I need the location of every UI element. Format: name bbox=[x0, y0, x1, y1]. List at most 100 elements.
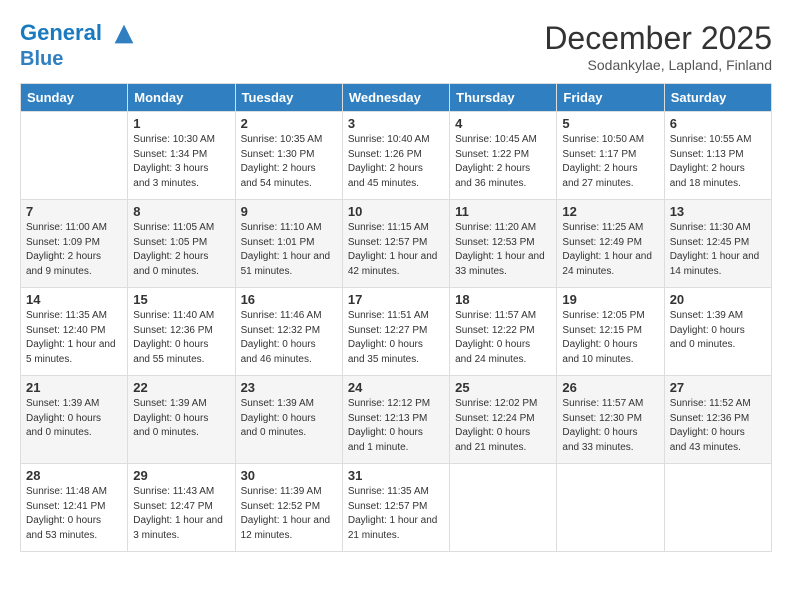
weekday-header-row: SundayMondayTuesdayWednesdayThursdayFrid… bbox=[21, 84, 772, 112]
calendar-cell: 6 Sunrise: 10:55 AM Sunset: 1:13 PM Dayli… bbox=[664, 112, 771, 200]
calendar-cell: 25 Sunrise: 12:02 PM Sunset: 12:24 PM Day… bbox=[450, 376, 557, 464]
calendar-cell: 2 Sunrise: 10:35 AM Sunset: 1:30 PM Dayli… bbox=[235, 112, 342, 200]
calendar-cell: 26 Sunrise: 11:57 AM Sunset: 12:30 PM Day… bbox=[557, 376, 664, 464]
logo-line2: Blue bbox=[20, 48, 138, 70]
day-info: Sunrise: 11:39 AM Sunset: 12:52 PM Dayli… bbox=[241, 485, 337, 543]
calendar-cell: 21Sunset: 1:39 AM Daylight: 0 hours and … bbox=[21, 376, 128, 464]
day-number: 12 bbox=[562, 204, 658, 219]
day-number: 8 bbox=[133, 204, 229, 219]
day-number: 17 bbox=[348, 292, 444, 307]
day-number: 24 bbox=[348, 380, 444, 395]
day-info: Sunrise: 11:48 AM Sunset: 12:41 PM Dayli… bbox=[26, 485, 122, 543]
day-number: 19 bbox=[562, 292, 658, 307]
day-number: 26 bbox=[562, 380, 658, 395]
day-info: Sunrise: 10:45 AM Sunset: 1:22 PM Daylig… bbox=[455, 133, 551, 191]
day-info: Sunrise: 11:40 AM Sunset: 12:36 PM Dayli… bbox=[133, 309, 229, 367]
calendar-week-row: 14Sunrise: 11:35 AM Sunset: 12:40 PM Day… bbox=[21, 288, 772, 376]
calendar-cell: 31Sunrise: 11:35 AM Sunset: 12:57 PM Day… bbox=[342, 464, 449, 552]
day-info: Sunrise: 11:25 AM Sunset: 12:49 PM Dayli… bbox=[562, 221, 658, 279]
calendar-cell: 11 Sunrise: 11:20 AM Sunset: 12:53 PM Day… bbox=[450, 200, 557, 288]
calendar-cell: 3Sunrise: 10:40 AM Sunset: 1:26 PM Dayli… bbox=[342, 112, 449, 200]
calendar-cell: 19Sunrise: 12:05 PM Sunset: 12:15 PM Day… bbox=[557, 288, 664, 376]
day-number: 16 bbox=[241, 292, 337, 307]
day-info: Sunset: 1:39 AM Daylight: 0 hours and 0 … bbox=[670, 309, 766, 353]
calendar-cell: 24 Sunrise: 12:12 PM Sunset: 12:13 PM Day… bbox=[342, 376, 449, 464]
day-number: 29 bbox=[133, 468, 229, 483]
day-number: 3 bbox=[348, 116, 444, 131]
calendar-week-row: 7Sunrise: 11:00 AM Sunset: 1:09 PM Dayli… bbox=[21, 200, 772, 288]
day-number: 6 bbox=[670, 116, 766, 131]
weekday-header-monday: Monday bbox=[128, 84, 235, 112]
day-number: 28 bbox=[26, 468, 122, 483]
day-number: 5 bbox=[562, 116, 658, 131]
weekday-header-thursday: Thursday bbox=[450, 84, 557, 112]
day-info: Sunset: 1:39 AM Daylight: 0 hours and 0 … bbox=[26, 397, 122, 441]
day-number: 9 bbox=[241, 204, 337, 219]
calendar-week-row: 21Sunset: 1:39 AM Daylight: 0 hours and … bbox=[21, 376, 772, 464]
weekday-header-friday: Friday bbox=[557, 84, 664, 112]
day-number: 15 bbox=[133, 292, 229, 307]
day-info: Sunrise: 11:57 AM Sunset: 12:22 PM Dayli… bbox=[455, 309, 551, 367]
weekday-header-sunday: Sunday bbox=[21, 84, 128, 112]
day-number: 23 bbox=[241, 380, 337, 395]
calendar-cell: 10Sunrise: 11:15 AM Sunset: 12:57 PM Day… bbox=[342, 200, 449, 288]
calendar-cell: 12 Sunrise: 11:25 AM Sunset: 12:49 PM Day… bbox=[557, 200, 664, 288]
weekday-header-tuesday: Tuesday bbox=[235, 84, 342, 112]
day-info: Sunset: 1:39 AM Daylight: 0 hours and 0 … bbox=[241, 397, 337, 441]
calendar-cell: 30 Sunrise: 11:39 AM Sunset: 12:52 PM Day… bbox=[235, 464, 342, 552]
day-info: Sunrise: 10:30 AM Sunset: 1:34 PM Daylig… bbox=[133, 133, 229, 191]
day-info: Sunrise: 12:02 PM Sunset: 12:24 PM Dayli… bbox=[455, 397, 551, 455]
day-info: Sunrise: 10:55 AM Sunset: 1:13 PM Daylig… bbox=[670, 133, 766, 191]
logo-line1: General bbox=[20, 20, 102, 45]
calendar-cell: 15 Sunrise: 11:40 AM Sunset: 12:36 PM Day… bbox=[128, 288, 235, 376]
calendar-cell: 17 Sunrise: 11:51 AM Sunset: 12:27 PM Day… bbox=[342, 288, 449, 376]
day-number: 14 bbox=[26, 292, 122, 307]
day-info: Sunrise: 12:12 PM Sunset: 12:13 PM Dayli… bbox=[348, 397, 444, 455]
month-title: December 2025 bbox=[544, 20, 772, 57]
calendar-cell: 20 Sunset: 1:39 AM Daylight: 0 hours and … bbox=[664, 288, 771, 376]
day-number: 1 bbox=[133, 116, 229, 131]
calendar-cell bbox=[21, 112, 128, 200]
day-number: 27 bbox=[670, 380, 766, 395]
day-info: Sunrise: 11:46 AM Sunset: 12:32 PM Dayli… bbox=[241, 309, 337, 367]
day-info: Sunrise: 11:57 AM Sunset: 12:30 PM Dayli… bbox=[562, 397, 658, 455]
day-number: 20 bbox=[670, 292, 766, 307]
calendar-cell: 5 Sunrise: 10:50 AM Sunset: 1:17 PM Dayli… bbox=[557, 112, 664, 200]
day-info: Sunrise: 11:35 AM Sunset: 12:57 PM Dayli… bbox=[348, 485, 444, 543]
day-number: 25 bbox=[455, 380, 551, 395]
day-info: Sunrise: 11:43 AM Sunset: 12:47 PM Dayli… bbox=[133, 485, 229, 543]
day-number: 10 bbox=[348, 204, 444, 219]
day-number: 4 bbox=[455, 116, 551, 131]
day-info: Sunrise: 11:05 AM Sunset: 1:05 PM Daylig… bbox=[133, 221, 229, 279]
calendar-cell: 7Sunrise: 11:00 AM Sunset: 1:09 PM Dayli… bbox=[21, 200, 128, 288]
calendar-cell: 29 Sunrise: 11:43 AM Sunset: 12:47 PM Day… bbox=[128, 464, 235, 552]
day-number: 30 bbox=[241, 468, 337, 483]
calendar-cell: 14Sunrise: 11:35 AM Sunset: 12:40 PM Day… bbox=[21, 288, 128, 376]
weekday-header-wednesday: Wednesday bbox=[342, 84, 449, 112]
location-subtitle: Sodankylae, Lapland, Finland bbox=[544, 57, 772, 73]
page-header: General Blue December 2025 Sodankylae, L… bbox=[20, 20, 772, 73]
calendar-cell: 27Sunrise: 11:52 AM Sunset: 12:36 PM Day… bbox=[664, 376, 771, 464]
day-number: 18 bbox=[455, 292, 551, 307]
day-info: Sunrise: 10:50 AM Sunset: 1:17 PM Daylig… bbox=[562, 133, 658, 191]
calendar-cell: 4 Sunrise: 10:45 AM Sunset: 1:22 PM Dayli… bbox=[450, 112, 557, 200]
day-info: Sunrise: 11:30 AM Sunset: 12:45 PM Dayli… bbox=[670, 221, 766, 279]
day-info: Sunrise: 11:51 AM Sunset: 12:27 PM Dayli… bbox=[348, 309, 444, 367]
calendar-cell: 16 Sunrise: 11:46 AM Sunset: 12:32 PM Day… bbox=[235, 288, 342, 376]
day-info: Sunrise: 10:35 AM Sunset: 1:30 PM Daylig… bbox=[241, 133, 337, 191]
day-info: Sunrise: 11:20 AM Sunset: 12:53 PM Dayli… bbox=[455, 221, 551, 279]
calendar-cell: 28 Sunrise: 11:48 AM Sunset: 12:41 PM Day… bbox=[21, 464, 128, 552]
calendar-cell bbox=[450, 464, 557, 552]
day-info: Sunset: 1:39 AM Daylight: 0 hours and 0 … bbox=[133, 397, 229, 441]
day-number: 22 bbox=[133, 380, 229, 395]
day-number: 7 bbox=[26, 204, 122, 219]
calendar-cell: 23 Sunset: 1:39 AM Daylight: 0 hours and … bbox=[235, 376, 342, 464]
calendar-table: SundayMondayTuesdayWednesdayThursdayFrid… bbox=[20, 83, 772, 552]
calendar-week-row: 1 Sunrise: 10:30 AM Sunset: 1:34 PM Dayli… bbox=[21, 112, 772, 200]
calendar-cell: 1 Sunrise: 10:30 AM Sunset: 1:34 PM Dayli… bbox=[128, 112, 235, 200]
logo-text: General bbox=[20, 20, 138, 48]
day-info: Sunrise: 11:10 AM Sunset: 1:01 PM Daylig… bbox=[241, 221, 337, 279]
calendar-cell bbox=[664, 464, 771, 552]
day-number: 2 bbox=[241, 116, 337, 131]
day-number: 11 bbox=[455, 204, 551, 219]
